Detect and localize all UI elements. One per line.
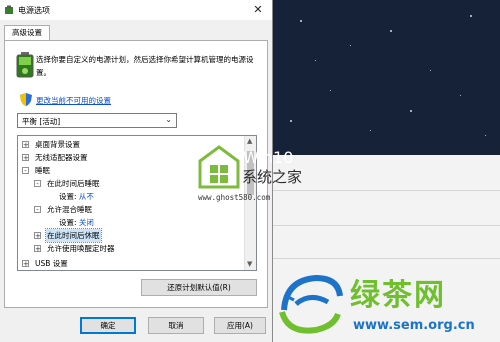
collapse-icon[interactable]: - bbox=[34, 180, 41, 188]
tree-item-label: 桌面背景设置 bbox=[35, 140, 80, 149]
change-settings-link[interactable]: 更改当前不可用的设置 bbox=[36, 95, 111, 106]
divider bbox=[270, 190, 500, 191]
close-button[interactable]: ✕ bbox=[248, 2, 268, 18]
expand-icon[interactable]: + bbox=[34, 232, 41, 240]
desktop-background bbox=[270, 0, 500, 155]
plan-select-value: 平衡 [活动] bbox=[22, 117, 61, 126]
tree-item-label: 睡眠 bbox=[35, 166, 50, 175]
scroll-down-icon[interactable]: ▼ bbox=[247, 260, 252, 268]
title-bar: 电源选项 ✕ bbox=[0, 0, 272, 20]
win10-logo-icon bbox=[198, 145, 240, 189]
divider bbox=[270, 225, 500, 226]
tree-item-label: USB 设置 bbox=[35, 259, 68, 268]
green-tea-logo-icon bbox=[279, 274, 343, 334]
tab-advanced-settings[interactable]: 高级设置 bbox=[4, 25, 50, 41]
setting-label: 设置: bbox=[59, 192, 77, 201]
cancel-button[interactable]: 取消 bbox=[148, 317, 204, 334]
description-text: 选择你要自定义的电源计划，然后选择你希望计算机管理的电源设置。 bbox=[36, 55, 254, 77]
expand-icon[interactable]: + bbox=[22, 154, 29, 162]
tree-item-setting[interactable]: 设置: 从不 bbox=[59, 190, 179, 203]
shield-icon bbox=[20, 93, 32, 106]
tree-item-label: 在此时间后睡眠 bbox=[47, 179, 100, 188]
window-title: 电源选项 bbox=[18, 6, 50, 15]
scroll-up-icon[interactable]: ▲ bbox=[247, 137, 252, 145]
power-options-icon bbox=[5, 5, 13, 14]
setting-value[interactable]: 从不 bbox=[79, 192, 94, 201]
watermark-cn: 系统之家 bbox=[242, 168, 303, 186]
setting-label: 设置: bbox=[59, 218, 77, 227]
expand-icon[interactable]: + bbox=[22, 141, 29, 149]
collapse-icon[interactable]: - bbox=[34, 206, 41, 214]
tree-item-label: 允许混合睡眠 bbox=[47, 205, 92, 214]
watermark2-url: www.sem.org.cn bbox=[353, 318, 475, 333]
setting-value[interactable]: 关闭 bbox=[79, 218, 94, 227]
chevron-down-icon: ⌄ bbox=[165, 115, 172, 124]
tree-item-label: 在此时间后休眠 bbox=[45, 228, 102, 243]
divider bbox=[270, 258, 500, 259]
apply-button[interactable]: 应用(A) bbox=[214, 317, 266, 334]
tree-item-setting[interactable]: 设置: 关闭 bbox=[59, 216, 179, 229]
tree-item-label: 无线适配器设置 bbox=[35, 153, 88, 162]
collapse-icon[interactable]: - bbox=[22, 167, 29, 175]
battery-icon bbox=[16, 52, 34, 78]
watermark2-cn: 绿茶网 bbox=[350, 278, 446, 313]
restore-defaults-button[interactable]: 还原计划默认值(R) bbox=[141, 279, 257, 296]
tree-item-label: 允许使用唤醒定时器 bbox=[47, 244, 115, 253]
ok-button[interactable]: 确定 bbox=[80, 317, 136, 334]
plan-select[interactable]: 平衡 [活动] ⌄ bbox=[17, 113, 177, 128]
expand-icon[interactable]: + bbox=[34, 245, 41, 253]
watermark-brand: Win10 bbox=[243, 148, 294, 167]
expand-icon[interactable]: + bbox=[22, 260, 29, 268]
watermark-url: www.ghost580.com bbox=[198, 193, 271, 202]
